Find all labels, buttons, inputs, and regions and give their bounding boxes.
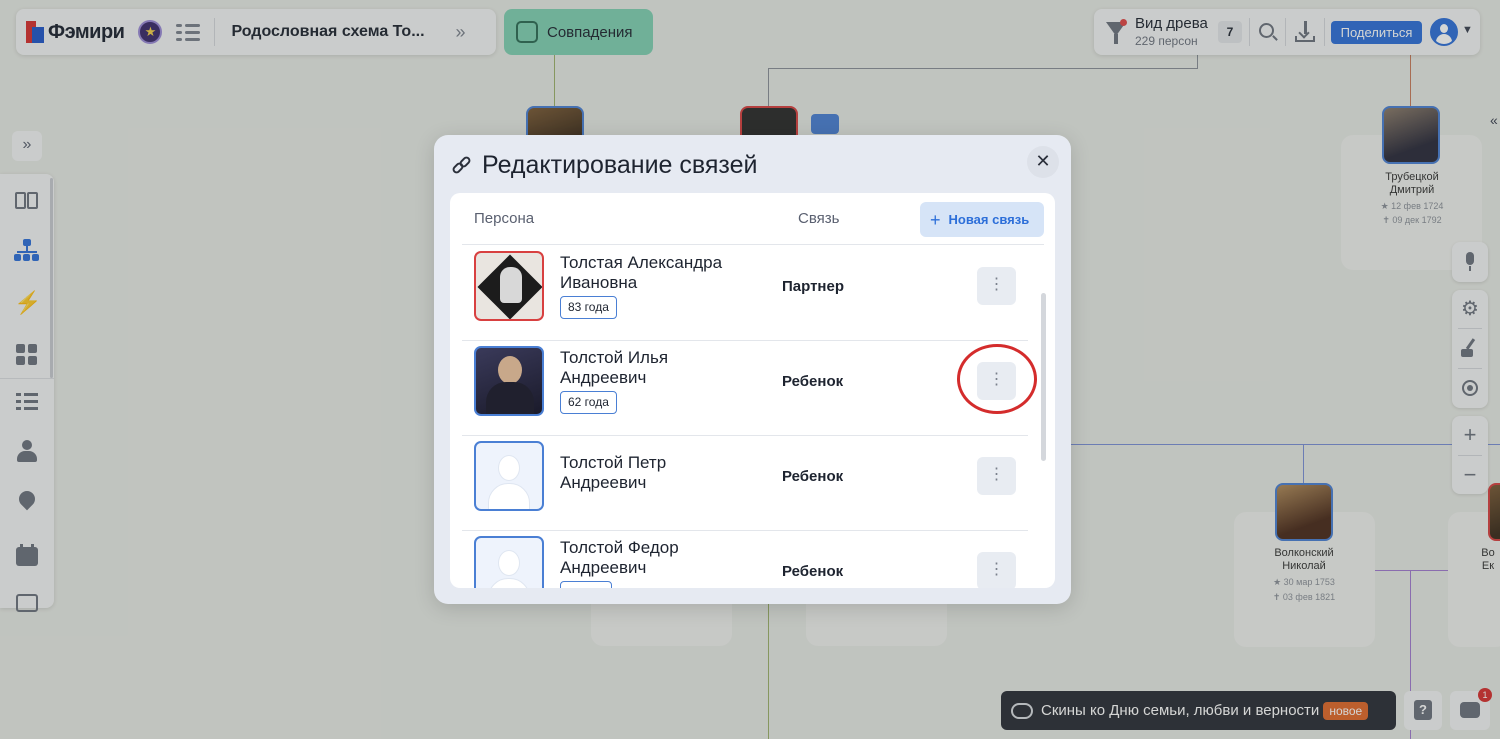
- table-row[interactable]: Толстая Александра Ивановна 83 года Парт…: [462, 246, 1028, 341]
- dialog-scrollbar[interactable]: [1041, 293, 1046, 461]
- age-badge: [560, 581, 612, 588]
- link-icon: [450, 154, 474, 177]
- relation-type: Ребенок: [782, 468, 844, 485]
- table-row[interactable]: Толстой Петр Андреевич Ребенок ⋮: [462, 436, 1028, 531]
- highlight-annotation: [957, 344, 1037, 414]
- relation-type: Партнер: [782, 278, 844, 295]
- table-row[interactable]: Толстой Федор Андреевич Ребенок ⋮: [462, 531, 1028, 588]
- column-header-relation: Связь: [798, 210, 840, 227]
- close-button[interactable]: ✕: [1027, 146, 1059, 178]
- person-name[interactable]: Толстой Федор Андреевич: [560, 538, 750, 578]
- divider: [462, 244, 1044, 245]
- table-row[interactable]: Толстой Илья Андреевич 62 года Ребенок ⋮: [462, 341, 1028, 436]
- relation-type: Ребенок: [782, 563, 844, 580]
- person-photo[interactable]: [474, 251, 544, 321]
- person-photo-placeholder[interactable]: [474, 536, 544, 588]
- more-options-icon[interactable]: ⋮: [977, 457, 1016, 495]
- more-options-icon[interactable]: ⋮: [977, 267, 1016, 305]
- age-badge: 83 года: [560, 296, 617, 319]
- column-header-person: Персона: [474, 210, 535, 227]
- new-link-button[interactable]: + Новая связь: [920, 202, 1044, 237]
- age-badge: 62 года: [560, 391, 617, 414]
- more-options-icon[interactable]: ⋮: [977, 552, 1016, 588]
- person-photo[interactable]: [474, 346, 544, 416]
- dialog-title: Редактирование связей: [482, 151, 758, 179]
- new-link-label: Новая связь: [948, 212, 1030, 227]
- person-name[interactable]: Толстой Петр Андреевич: [560, 453, 750, 493]
- plus-icon: +: [930, 210, 941, 230]
- person-name[interactable]: Толстой Илья Андреевич: [560, 348, 750, 388]
- person-photo-placeholder[interactable]: [474, 441, 544, 511]
- relation-type: Ребенок: [782, 373, 844, 390]
- person-name[interactable]: Толстая Александра Ивановна: [560, 253, 750, 293]
